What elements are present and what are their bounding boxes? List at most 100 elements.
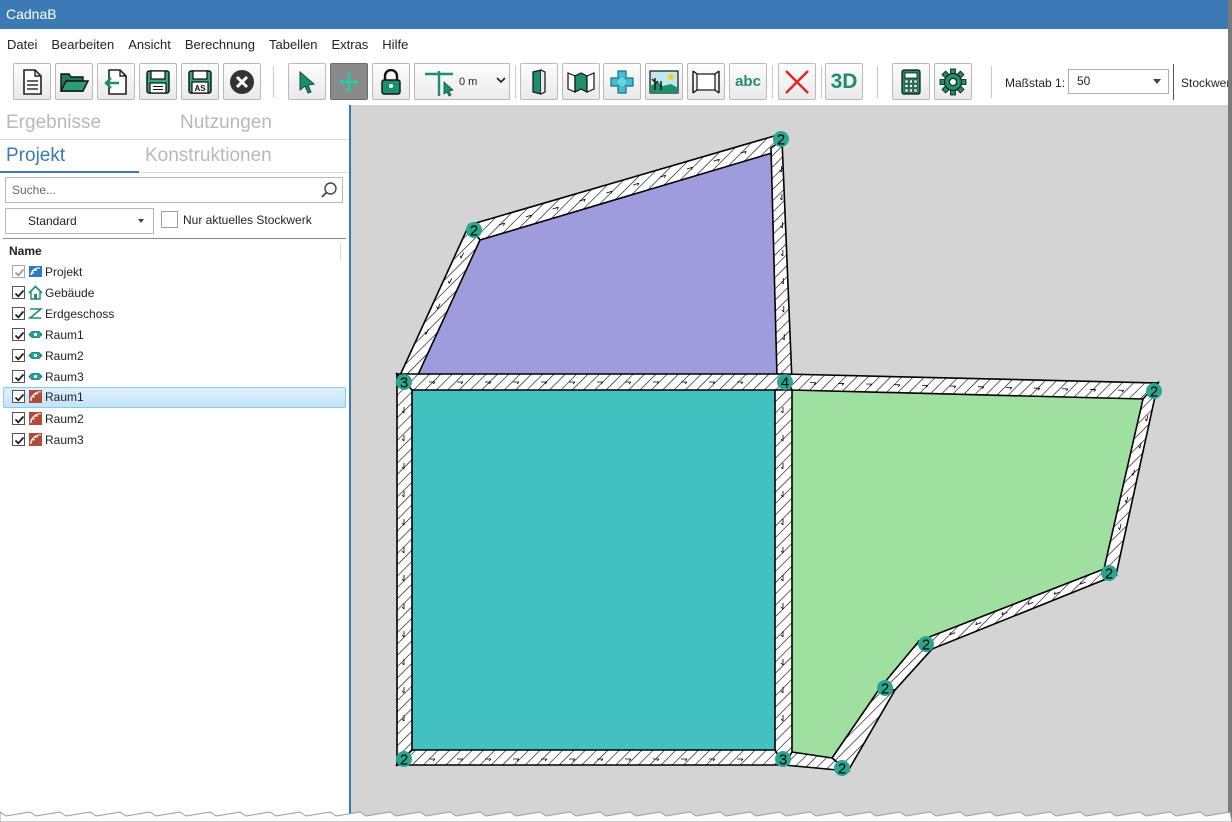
snap-grid-icon (425, 71, 454, 97)
toolbar-separator (991, 66, 992, 98)
menu-ansicht[interactable]: Ansicht (121, 35, 178, 57)
tree-item-projekt[interactable]: Projekt (3, 262, 346, 283)
search-input[interactable] (12, 182, 312, 198)
tab-projekt[interactable]: Projekt (6, 145, 65, 167)
toolbar-separator (1173, 64, 1174, 100)
select-tool-button[interactable] (288, 63, 326, 100)
room-teal[interactable] (412, 390, 775, 750)
wall-segment[interactable] (395, 373, 785, 391)
title-bar: CadnaB (0, 0, 1232, 29)
wall-segment[interactable] (774, 389, 793, 767)
vertex-node-label: 2 (838, 761, 846, 778)
tree-checkbox[interactable] (12, 370, 25, 383)
tree-item-raum3-usage[interactable]: Raum3 (3, 367, 346, 388)
tree-checkbox[interactable] (12, 328, 25, 341)
tree-item-raum1-usage[interactable]: Raum1 (3, 325, 346, 346)
snap-distance-dropdown[interactable]: 0 m (414, 63, 510, 100)
tab-nutzungen[interactable]: Nutzungen (180, 112, 272, 134)
calculate-button[interactable] (892, 63, 930, 100)
vertex-node[interactable]: 2 (396, 751, 412, 769)
menu-extras[interactable]: Extras (324, 35, 375, 57)
environment-button[interactable] (645, 63, 683, 100)
tree-item-label: Raum3 (45, 433, 84, 447)
floor-plan-canvas[interactable]: 2 2 3 4 2 2 2 2 2 3 2 (351, 105, 1232, 822)
app-title: CadnaB (6, 6, 57, 22)
wall-segment[interactable] (395, 749, 786, 766)
scale-label: Maßstab 1: (1005, 76, 1066, 90)
tree-item-raum2-construction[interactable]: Raum2 (3, 409, 346, 430)
tab-divider (0, 139, 349, 140)
tree-column-header: Name (9, 244, 42, 258)
tab-ergebnisse[interactable]: Ergebnisse (6, 112, 101, 134)
folder-open-icon (59, 72, 89, 92)
walls-tool-button[interactable] (562, 63, 600, 100)
vertex-node[interactable]: 2 (834, 760, 850, 778)
settings-button[interactable] (934, 63, 972, 100)
view-3d-button[interactable]: 3D (825, 63, 863, 100)
calculator-icon (901, 68, 921, 95)
menu-berechnung[interactable]: Berechnung (178, 35, 262, 57)
view-filter-select[interactable]: Standard (5, 208, 154, 234)
vertex-node-label: 3 (400, 375, 408, 392)
text-tool-button[interactable]: abc (729, 63, 767, 100)
tab-konstruktionen[interactable]: Konstruktionen (145, 145, 272, 167)
tree-item-raum3-construction[interactable]: Raum3 (3, 430, 346, 451)
tree-item-label: Raum1 (45, 390, 84, 404)
window-edge (1228, 0, 1232, 822)
vertex-node-label: 2 (400, 752, 408, 769)
lock-button[interactable] (372, 63, 410, 100)
tree-checkbox[interactable] (12, 433, 25, 446)
add-element-button[interactable] (603, 63, 641, 100)
room-usage-icon (28, 352, 43, 359)
room-construction-icon (29, 412, 42, 425)
dimension-button[interactable] (687, 63, 725, 100)
tree-checkbox[interactable] (12, 349, 25, 362)
tree-checkbox[interactable] (12, 286, 25, 299)
lock-icon (381, 68, 401, 95)
vertex-node-label: 2 (881, 681, 889, 698)
import-button[interactable] (97, 63, 135, 100)
tree-item-erdgeschoss[interactable]: Erdgeschoss (3, 304, 346, 325)
building-icon (28, 285, 43, 300)
dropdown-arrow-icon (1153, 79, 1161, 84)
move-tool-button[interactable] (330, 63, 368, 100)
3d-view-icon: 3D (830, 69, 858, 93)
search-box (5, 177, 343, 203)
room-purple[interactable] (417, 148, 777, 377)
room-usage-icon (28, 331, 43, 338)
snap-distance-value: 0 m (459, 76, 478, 88)
menu-datei[interactable]: Datei (0, 35, 44, 57)
menu-hilfe[interactable]: Hilfe (375, 35, 415, 57)
tree-checkbox[interactable] (12, 412, 25, 425)
tree-checkbox[interactable] (12, 390, 25, 403)
delete-button[interactable] (778, 63, 816, 100)
open-file-button[interactable] (55, 63, 93, 100)
wall-tool-button[interactable] (520, 63, 558, 100)
chevron-down-icon (496, 77, 506, 84)
close-project-button[interactable] (223, 63, 261, 100)
menu-tabellen[interactable]: Tabellen (262, 35, 324, 57)
project-icon (29, 266, 42, 277)
new-document-icon (23, 68, 42, 95)
tree-item-label: Raum2 (45, 412, 84, 426)
tree-item-gebaeude[interactable]: Gebäude (3, 283, 346, 304)
save-as-button[interactable]: AS (181, 63, 219, 100)
save-button[interactable] (139, 63, 177, 100)
import-document-icon (104, 68, 127, 95)
toolbar-separator (273, 66, 274, 98)
new-file-button[interactable] (13, 63, 51, 100)
search-icon[interactable] (320, 181, 338, 199)
tree-item-raum1-construction[interactable]: Raum1 (3, 387, 346, 408)
delete-cross-icon (785, 69, 809, 94)
toolbar-separator (821, 66, 822, 98)
tree-item-raum2-usage[interactable]: Raum2 (3, 346, 346, 367)
tree-checkbox[interactable] (12, 265, 25, 278)
walls-icon (567, 71, 595, 93)
current-storey-checkbox[interactable] (161, 211, 178, 228)
menu-bearbeiten[interactable]: Bearbeiten (44, 35, 121, 57)
vertex-node-label: 3 (779, 752, 787, 769)
floor-plan-drawing[interactable]: 2 2 3 4 2 2 2 2 2 3 2 (351, 105, 1232, 822)
tree-checkbox[interactable] (12, 307, 25, 320)
scale-select[interactable]: 50 (1068, 69, 1169, 94)
wall-segment[interactable] (396, 371, 413, 767)
